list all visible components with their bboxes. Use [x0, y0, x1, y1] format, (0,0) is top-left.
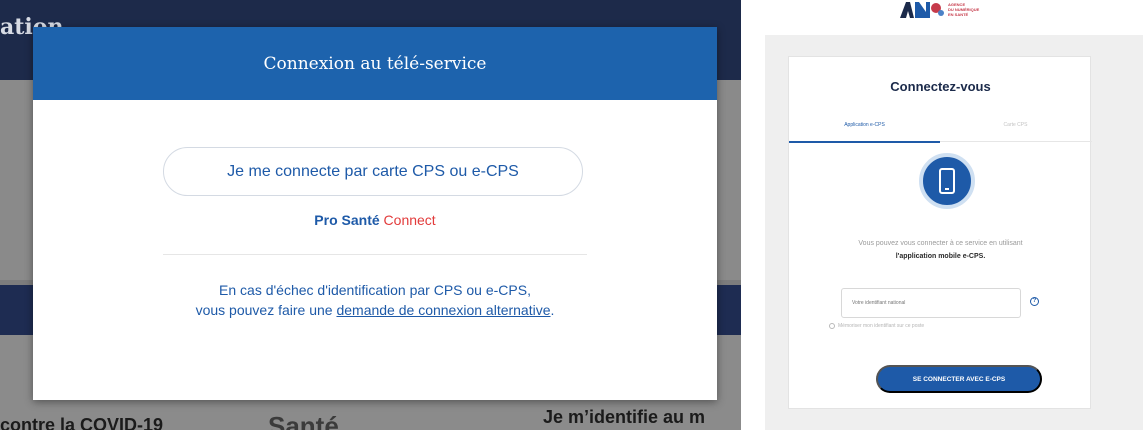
pro-sante-connect-brand: Pro Santé Connect: [33, 212, 717, 228]
tab-application-e-cps[interactable]: Application e-CPS: [789, 122, 940, 143]
background-right-text: Je m’identifie au m: [543, 407, 706, 427]
background-covid-text: contre la COVID-19: [0, 415, 164, 430]
login-tabs: Application e-CPS Carte CPS: [789, 118, 1092, 143]
cps-login-button[interactable]: Je me connecte par carte CPS ou e-CPS: [163, 147, 583, 196]
remember-checkbox[interactable]: [829, 323, 835, 329]
login-modal: Connexion au télé-service Je me connecte…: [33, 27, 717, 400]
ans-logo-text: AGENCE DU NUMÉRIQUE EN SANTÉ: [948, 0, 979, 17]
login-card: Connectez-vous Application e-CPS Carte C…: [788, 56, 1092, 409]
tab-carte-cps[interactable]: Carte CPS: [940, 122, 1091, 128]
alt-text-suffix: .: [550, 302, 555, 318]
divider: [163, 254, 587, 255]
left-screenshot: ation contre la COVID-19 Santé Je m’iden…: [0, 0, 741, 430]
login-description: Vous pouvez vous connecter à ce service …: [789, 237, 1092, 263]
description-line1: Vous pouvez vous connecter à ce service …: [858, 240, 1023, 247]
alt-text-prefix: vous pouvez faire une: [195, 302, 333, 318]
national-id-input[interactable]: [841, 288, 1021, 318]
help-icon[interactable]: ?: [1030, 297, 1039, 306]
ans-logo-line3: EN SANTÉ: [948, 12, 969, 17]
card-title: Connectez-vous: [890, 79, 991, 94]
phone-icon: [919, 153, 975, 209]
connect-e-cps-button[interactable]: SE CONNECTER AVEC E-CPS: [876, 365, 1042, 393]
remember-option[interactable]: Mémoriser mon identifiant sur ce poste: [829, 323, 924, 329]
ans-logo: AGENCE DU NUMÉRIQUE EN SANTÉ: [900, 0, 1010, 18]
ans-logo-mark: [900, 0, 944, 18]
remember-label: Mémoriser mon identifiant sur ce poste: [838, 323, 925, 329]
modal-header: Connexion au télé-service: [33, 27, 717, 100]
background-sante-text: Santé: [268, 411, 339, 430]
alternative-login-link[interactable]: demande de connexion alternative: [336, 302, 550, 318]
psc-brand-pro: Pro Santé: [314, 212, 380, 228]
description-line2: l'application mobile e-CPS.: [895, 253, 986, 260]
alt-text-line2: vous pouvez faire une demande de connexi…: [33, 300, 717, 320]
right-screenshot: AGENCE DU NUMÉRIQUE EN SANTÉ Connectez-v…: [760, 0, 1143, 430]
modal-title: Connexion au télé-service: [263, 53, 487, 74]
psc-brand-connect: Connect: [383, 212, 436, 228]
alternative-login-text: En cas d'échec d'identification par CPS …: [33, 280, 717, 320]
alt-text-line1: En cas d'échec d'identification par CPS …: [219, 282, 531, 298]
